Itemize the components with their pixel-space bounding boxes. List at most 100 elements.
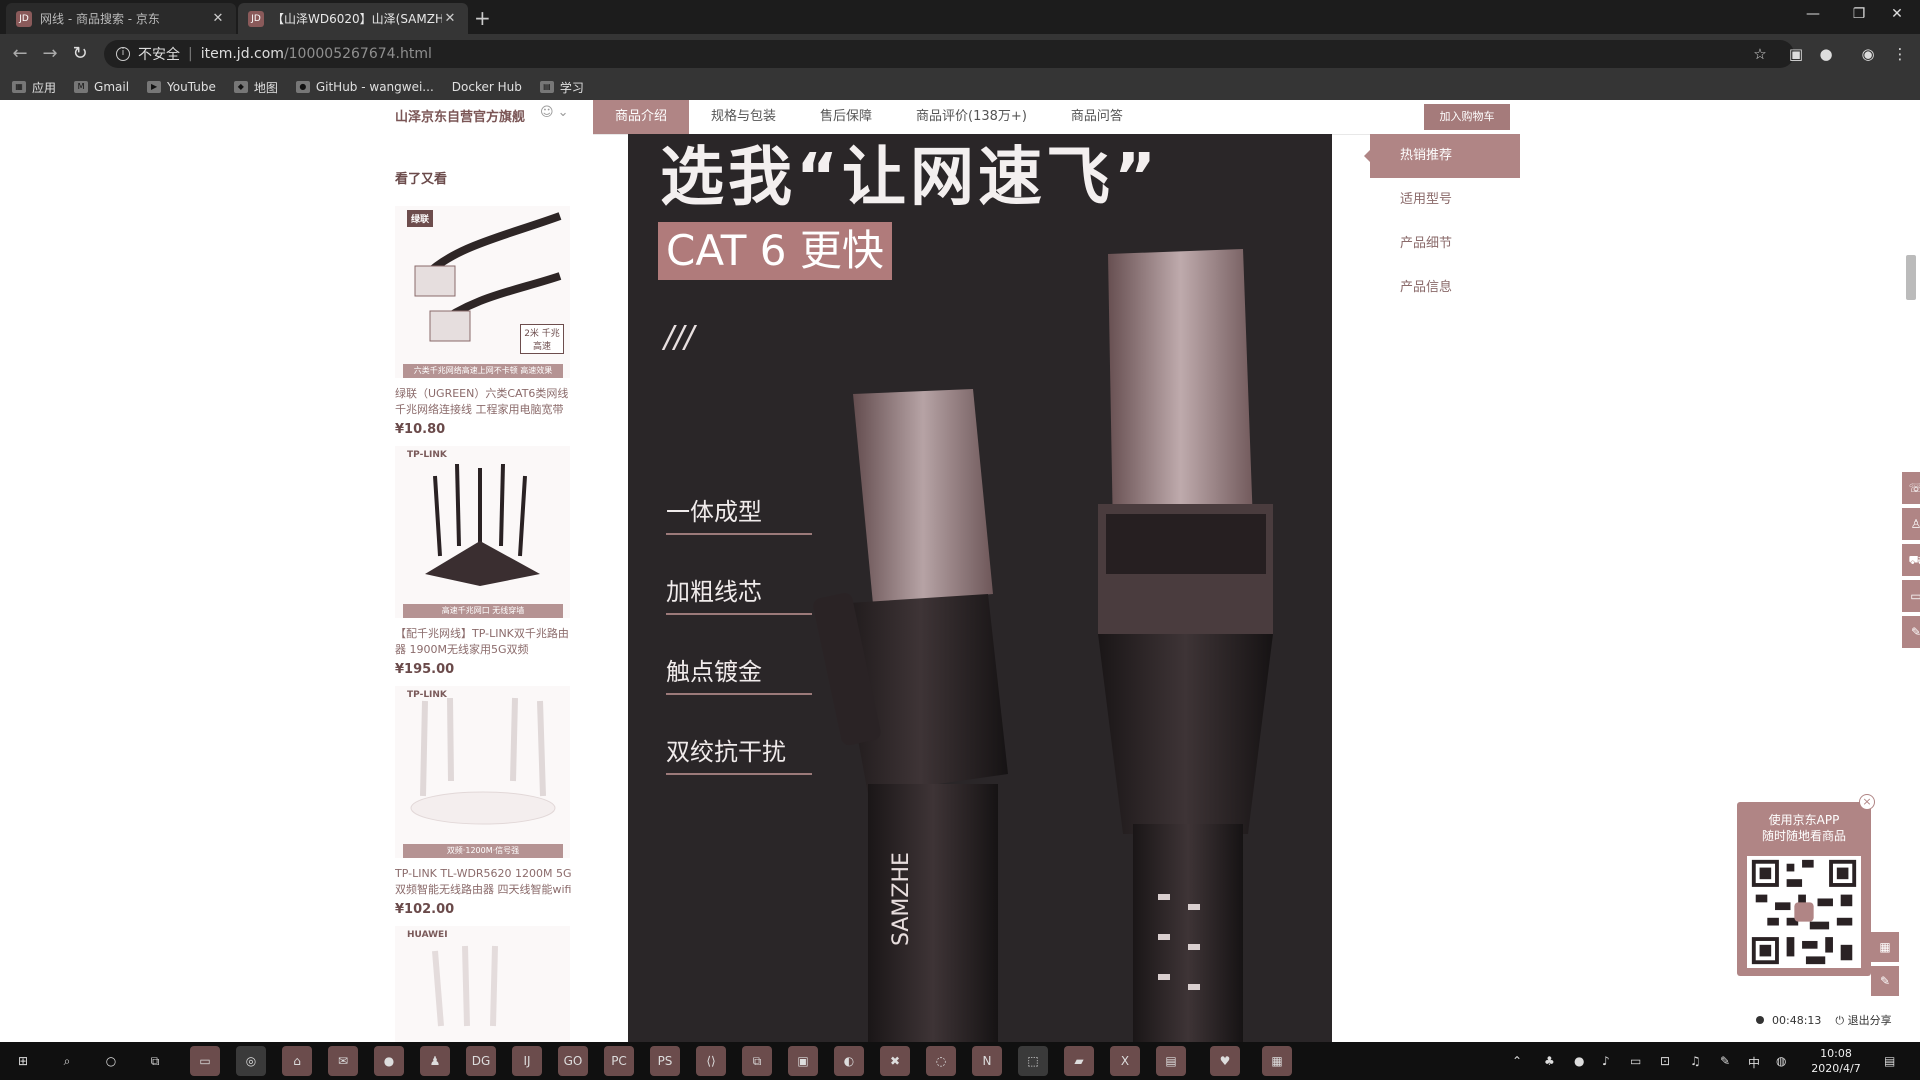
extension-icon[interactable]: ▣ [1786,44,1806,64]
camera-icon[interactable]: ▣ [788,1046,818,1076]
intellij-icon[interactable]: IJ [512,1046,542,1076]
notifications-icon[interactable]: ▤ [1884,1054,1895,1068]
qr-close-button[interactable]: × [1859,794,1875,810]
side-nav-hot[interactable]: 热销推荐 [1364,134,1520,178]
youtube-icon: ▶ [147,81,162,93]
info-icon[interactable]: i [116,47,130,61]
product-thumbnail[interactable]: TP-LINK 高速千兆网口 无线穿墙 [395,446,570,618]
tab-reviews[interactable]: 商品评价(138万+) [894,100,1049,134]
shop-name[interactable]: 山泽京东自营官方旗舰 [395,106,525,125]
reload-icon[interactable]: ↻ [68,42,92,66]
close-tab-icon[interactable]: ✕ [210,11,226,26]
battery-icon[interactable]: ▭ [1630,1054,1641,1068]
extension-2-icon[interactable]: ● [1816,44,1836,64]
profile-icon[interactable]: ◉ [1858,44,1878,64]
store-icon[interactable]: ⌂ [282,1046,312,1076]
tab-product-intro[interactable]: 商品介绍 [593,100,690,134]
list-item[interactable]: TP-LINK 高速千兆网口 无线穿墙 【配千兆网线】TP-LINK双千兆路由器… [395,446,575,677]
pen-icon[interactable]: ✎ [1720,1054,1730,1068]
product-name[interactable]: TP-LINK TL-WDR5620 1200M 5G双频智能无线路由器 四天线… [395,866,575,898]
product-name[interactable]: 绿联（UGREEN）六类CAT6类网线 千兆网络连接线 工程家用电脑宽带 [395,386,575,418]
tab-after-sales[interactable]: 售后保障 [798,100,894,134]
tab-qa[interactable]: 商品问答 [1049,100,1145,134]
new-tab-button[interactable]: + [474,6,491,30]
cortana-icon[interactable]: ○ [96,1046,126,1076]
product-thumbnail[interactable]: 绿联 2米 千兆高速 六类千兆网络高速上网不卡顿 高速效果 [395,206,570,378]
customer-service-icon[interactable]: ☺ ⌄ [540,105,569,120]
app-icon[interactable]: ● [374,1046,404,1076]
vscode-icon[interactable]: ⟨⟩ [696,1046,726,1076]
app-icon[interactable]: ◐ [834,1046,864,1076]
qr-toggle-icon[interactable]: ▦ [1871,932,1899,962]
ime-indicator[interactable]: 中 [1748,1054,1760,1071]
bookmark-study[interactable]: ▤ 学习 [539,79,584,96]
product-thumbnail[interactable]: HUAWEI [395,926,570,1042]
pycharm-icon[interactable]: PC [604,1046,634,1076]
mic-icon[interactable]: ♪ [1602,1054,1610,1068]
address-bar[interactable]: i 不安全 | item.jd.com /100005267674.html [104,40,1794,68]
app-icon[interactable]: ⬚ [1018,1046,1048,1076]
onenote-icon[interactable]: N [972,1046,1002,1076]
system-clock[interactable]: 10:08 2020/4/7 [1806,1046,1866,1076]
file-explorer-icon[interactable]: ▭ [190,1046,220,1076]
message-icon[interactable]: ▭ [1902,580,1920,612]
browser-tab-product[interactable]: JD 【山泽WD6020】山泽(SAMZH ✕ [238,3,468,34]
bookmark-github[interactable]: ● GitHub - wangwei... [295,80,434,94]
tray-app-icon[interactable]: ♣ [1544,1054,1555,1068]
bookmark-star-icon[interactable]: ☆ [1750,44,1770,64]
windows-start-icon[interactable]: ⊞ [8,1046,38,1076]
tray-expand-icon[interactable]: ⌃ [1512,1054,1522,1068]
browser-tab-search[interactable]: JD 网线 - 商品搜索 - 京东 ✕ [6,3,236,34]
menu-icon[interactable]: ⋮ [1890,44,1910,64]
window-close-icon[interactable]: ✕ [1874,0,1920,30]
active-marker [1364,150,1370,162]
app-icon[interactable]: ▦ [1262,1046,1292,1076]
product-thumbnail[interactable]: TP-LINK 双频·1200M·信号强 [395,686,570,858]
cart-icon[interactable]: ⛟ [1902,544,1920,576]
search-icon[interactable]: ⌕ [52,1046,82,1076]
app-icon[interactable]: ◌ [926,1046,956,1076]
app-icon[interactable]: ♥ [1210,1046,1240,1076]
add-to-cart-button[interactable]: 加入购物车 [1424,104,1510,130]
bookmark-maps[interactable]: ◆ 地图 [233,79,278,96]
app-icon[interactable]: ▰ [1064,1046,1094,1076]
stop-share-button[interactable]: ⏻ 退出分享 [1835,1012,1891,1028]
app-icon[interactable]: ✖ [880,1046,910,1076]
app-icon[interactable]: ♟ [420,1046,450,1076]
side-nav-details[interactable]: 产品细节 [1370,222,1520,266]
mail-icon[interactable]: ✉ [328,1046,358,1076]
app-icon[interactable]: ⧉ [742,1046,772,1076]
terminal-icon[interactable]: ▤ [1156,1046,1186,1076]
service-icon[interactable]: ☏ [1902,472,1920,504]
bookmark-apps[interactable]: ▦ 应用 [12,79,56,96]
app-qr-widget[interactable]: 使用京东APP 随时随地看商品 [1737,802,1871,976]
side-nav-models[interactable]: 适用型号 [1370,178,1520,222]
forward-icon[interactable]: → [38,42,62,66]
task-view-icon[interactable]: ⧉ [140,1046,170,1076]
network-icon[interactable]: ⊡ [1660,1054,1670,1068]
product-name[interactable]: 【配千兆网线】TP-LINK双千兆路由器 1900M无线家用5G双频 [395,626,575,658]
feedback-icon[interactable]: ✎ [1902,616,1920,648]
bookmark-dockerhub[interactable]: Docker Hub [452,80,522,94]
list-item[interactable]: TP-LINK 双频·1200M·信号强 TP-LINK TL-WDR5620 … [395,686,575,917]
bookmark-youtube[interactable]: ▶ YouTube [147,80,216,94]
user-icon[interactable]: ♙ [1902,508,1920,540]
phpstorm-icon[interactable]: PS [650,1046,680,1076]
list-item[interactable]: HUAWEI [395,926,575,1042]
excel-icon[interactable]: X [1110,1046,1140,1076]
chrome-icon[interactable]: ◎ [236,1046,266,1076]
close-tab-icon[interactable]: ✕ [442,11,458,26]
back-icon[interactable]: ← [8,42,32,66]
tab-specs[interactable]: 规格与包装 [689,100,798,134]
tray-app-icon[interactable]: ● [1574,1054,1584,1068]
datagrip-icon[interactable]: DG [466,1046,496,1076]
list-item[interactable]: 绿联 2米 千兆高速 六类千兆网络高速上网不卡顿 高速效果 绿联（UGREEN）… [395,206,575,437]
edit-icon[interactable]: ✎ [1871,966,1899,996]
bookmark-gmail[interactable]: M Gmail [74,80,129,94]
tray-app-icon[interactable]: ◍ [1776,1054,1786,1068]
side-nav-info[interactable]: 产品信息 [1370,266,1520,310]
scrollbar-thumb[interactable] [1906,255,1916,300]
volume-icon[interactable]: ♫ [1690,1054,1701,1068]
goland-icon[interactable]: GO [558,1046,588,1076]
minimize-icon[interactable]: — [1790,0,1836,30]
